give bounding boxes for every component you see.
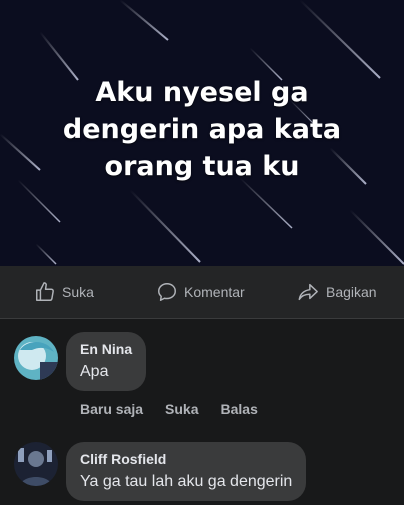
share-arrow-icon — [298, 283, 318, 301]
post-image[interactable]: Aku nyesel ga dengerin apa kata orang tu… — [0, 0, 404, 266]
post-text: Aku nyesel ga dengerin apa kata orang tu… — [0, 74, 404, 185]
avatar[interactable] — [14, 442, 58, 486]
avatar[interactable] — [14, 336, 58, 380]
share-button[interactable]: Bagikan — [296, 266, 377, 318]
post-text-line: dengerin apa kata — [62, 114, 342, 145]
post-action-bar: Suka Komentar Bagikan — [0, 266, 404, 319]
comment-bubble[interactable]: Cliff Rosfield Ya ga tau lah aku ga deng… — [66, 442, 307, 501]
comment-bubble[interactable]: En Nina Apa — [66, 332, 147, 391]
comment-author[interactable]: En Nina — [80, 340, 132, 358]
like-button[interactable]: Suka — [34, 266, 94, 318]
share-label: Bagikan — [326, 284, 377, 300]
comment-icon — [158, 283, 176, 301]
comment-item: Cliff Rosfield Ya ga tau lah aku ga deng… — [0, 442, 404, 505]
comment-item: En Nina Apa Baru saja Suka Balas — [0, 332, 404, 432]
comment-button[interactable]: Komentar — [156, 266, 245, 318]
comment-meta: Baru saja Suka Balas — [80, 401, 258, 417]
like-label: Suka — [62, 284, 94, 300]
comment-reply-link[interactable]: Balas — [221, 401, 258, 417]
comment-text: Ya ga tau lah aku ga dengerin — [80, 473, 293, 490]
post-text-line: Aku nyesel ga — [95, 77, 309, 108]
comment-timestamp[interactable]: Baru saja — [80, 401, 143, 417]
comment-like-link[interactable]: Suka — [165, 401, 198, 417]
comment-label: Komentar — [184, 284, 245, 300]
comment-text: Apa — [80, 363, 109, 380]
comment-author[interactable]: Cliff Rosfield — [80, 450, 292, 468]
thumbs-up-icon — [36, 282, 54, 301]
post-text-line: orang tua ku — [104, 151, 300, 182]
